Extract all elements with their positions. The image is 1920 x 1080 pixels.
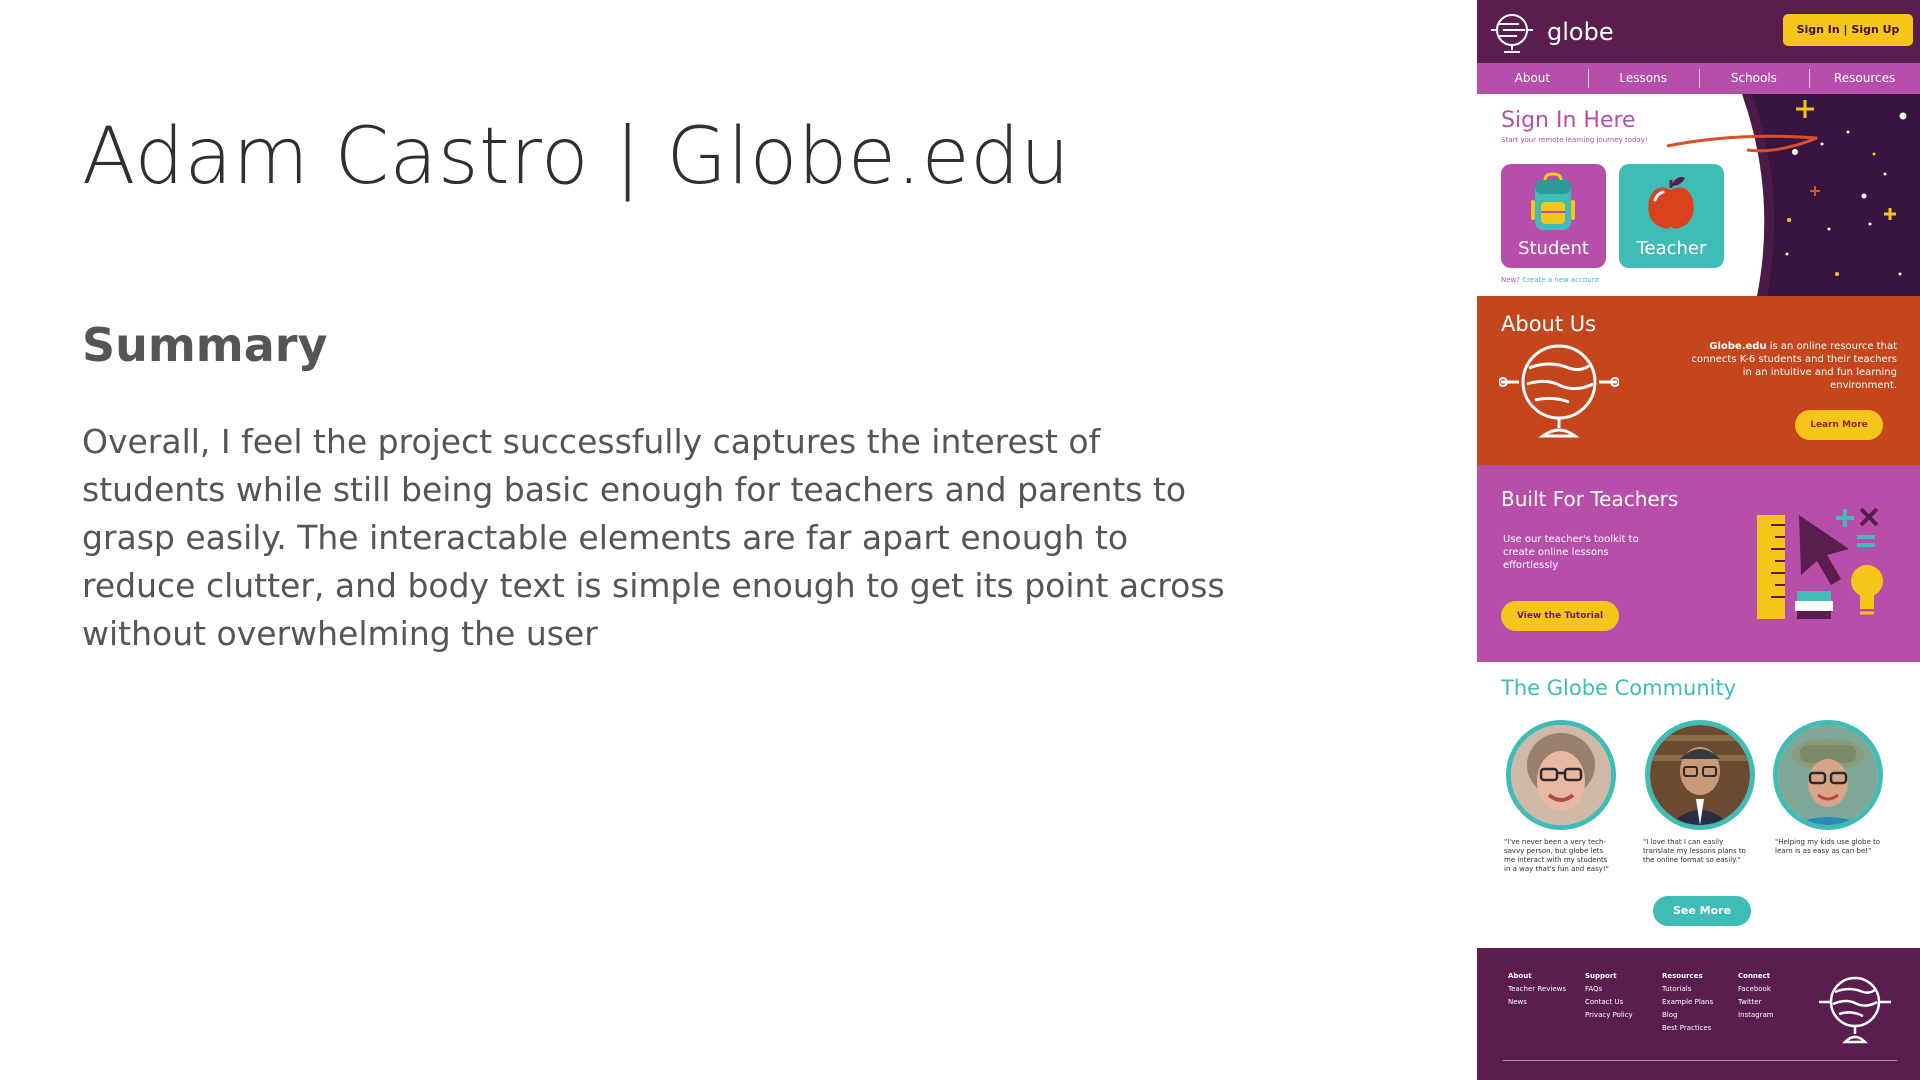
sign-in-title: Sign In Here (1501, 108, 1636, 133)
footer-link[interactable]: News (1508, 996, 1566, 1009)
globe-illustration-icon (1499, 344, 1619, 438)
about-text: Globe.edu is an online resource that con… (1687, 340, 1897, 392)
footer-link[interactable]: Example Plans (1662, 996, 1713, 1009)
about-brand: Globe.edu (1709, 341, 1767, 352)
nav-item-lessons[interactable]: Lessons (1587, 63, 1699, 94)
person-photo-icon (1778, 725, 1878, 825)
website-mockup: globe Sign In | Sign Up About Lessons Sc… (1477, 0, 1920, 1080)
footer-link[interactable]: Tutorials (1662, 983, 1713, 996)
view-tutorial-button[interactable]: View the Tutorial (1501, 601, 1619, 631)
footer-link[interactable]: Teacher Reviews (1508, 983, 1566, 996)
teachers-title: Built For Teachers (1501, 487, 1679, 511)
sign-in-subtitle: Start your remote learning journey today… (1501, 136, 1648, 144)
summary-heading: Summary (82, 318, 328, 372)
community-title: The Globe Community (1501, 676, 1737, 700)
sign-in-hero: Sign In Here Start your remote learning … (1477, 94, 1920, 296)
footer-heading: Support (1585, 972, 1617, 980)
testimonial-quote: "Helping my kids use globe to learn is a… (1775, 838, 1881, 855)
teachers-section: Built For Teachers Use our teacher's too… (1477, 465, 1920, 662)
person-photo-icon (1650, 725, 1750, 825)
nav-item-schools[interactable]: Schools (1698, 63, 1810, 94)
teacher-toolkit-illustration (1757, 507, 1883, 619)
footer-column-connect: Connect Facebook Twitter Instagram (1738, 970, 1774, 1022)
nav-item-resources[interactable]: Resources (1809, 63, 1920, 94)
learn-more-button[interactable]: Learn More (1795, 410, 1883, 440)
globe-logo-icon[interactable] (1489, 10, 1535, 54)
student-card[interactable]: Student (1501, 164, 1606, 268)
footer-heading: Resources (1662, 972, 1703, 980)
new-question: New? (1501, 276, 1520, 284)
teacher-card[interactable]: Teacher (1619, 164, 1724, 268)
footer-link[interactable]: Instagram (1738, 1009, 1774, 1022)
footer-heading: About (1508, 972, 1532, 980)
globe-logo-icon (1819, 976, 1891, 1044)
see-more-button[interactable]: See More (1653, 896, 1751, 926)
avatar (1506, 720, 1616, 830)
summary-body: Overall, I feel the project successfully… (82, 422, 1225, 653)
footer-heading: Connect (1738, 972, 1771, 980)
sign-in-button[interactable]: Sign In | Sign Up (1783, 14, 1913, 46)
footer-link[interactable]: Facebook (1738, 983, 1774, 996)
footer-column-about: About Teacher Reviews News (1508, 970, 1566, 1009)
about-title: About Us (1501, 312, 1597, 336)
testimonial-quote: "I've never been a very tech-savvy perso… (1504, 838, 1609, 873)
footer-column-support: Support FAQs Contact Us Privacy Policy (1585, 970, 1633, 1022)
person-photo-icon (1511, 725, 1611, 825)
new-account-line: New? Create a new account (1501, 276, 1599, 284)
community-section: The Globe Community "I've never been a v… (1477, 662, 1920, 948)
site-nav: About Lessons Schools Resources (1477, 63, 1920, 94)
create-account-link[interactable]: Create a new account (1522, 276, 1599, 284)
avatar (1773, 720, 1883, 830)
student-label: Student (1518, 238, 1589, 259)
site-header: globe Sign In | Sign Up (1477, 0, 1920, 63)
logo-text[interactable]: globe (1547, 18, 1614, 46)
nav-item-about[interactable]: About (1477, 63, 1588, 94)
site-footer: About Teacher Reviews News Support FAQs … (1477, 948, 1920, 1080)
footer-link[interactable]: Best Practices (1662, 1022, 1713, 1035)
testimonial-quote: "I love that I can easily translate my l… (1643, 838, 1746, 864)
apple-icon (1648, 177, 1694, 229)
backpack-icon (1531, 172, 1575, 230)
footer-link[interactable]: Privacy Policy (1585, 1009, 1633, 1022)
footer-link[interactable]: Twitter (1738, 996, 1774, 1009)
footer-link[interactable]: Contact Us (1585, 996, 1633, 1009)
about-section: About Us Globe.edu is an online resource… (1477, 296, 1920, 465)
teachers-text: Use our teacher's toolkit to create onli… (1503, 534, 1639, 571)
footer-link[interactable]: Blog (1662, 1009, 1713, 1022)
slide-title: Adam Castro | Globe.edu (82, 112, 1071, 202)
footer-column-resources: Resources Tutorials Example Plans Blog B… (1662, 970, 1713, 1035)
avatar (1645, 720, 1755, 830)
footer-link[interactable]: FAQs (1585, 983, 1633, 996)
teacher-label: Teacher (1636, 238, 1707, 259)
footer-divider (1503, 1060, 1897, 1061)
